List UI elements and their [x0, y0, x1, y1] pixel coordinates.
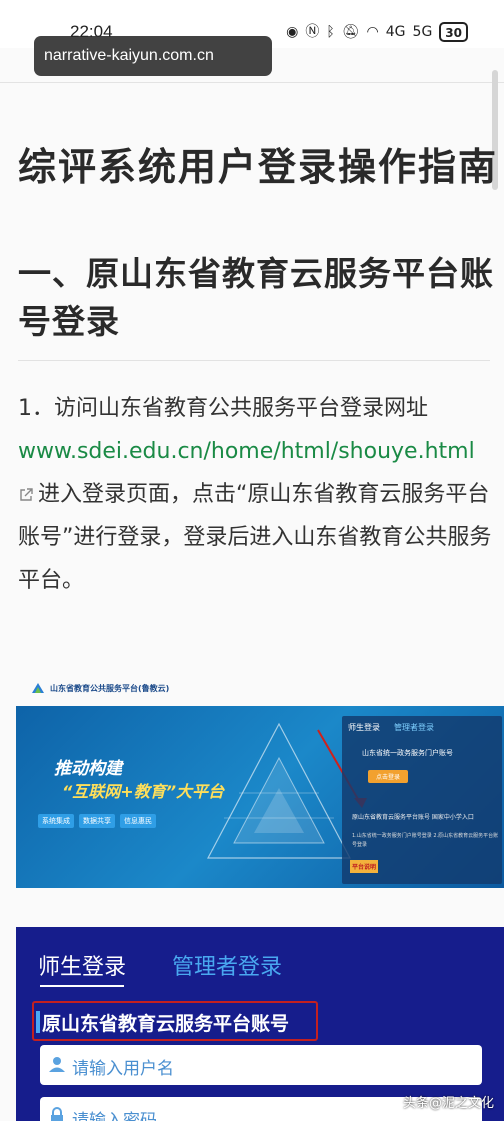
page-title: 综评系统用户登录操作指南: [18, 145, 499, 189]
banner-panel-badge: 平台说明: [350, 860, 379, 873]
lock-icon: [51, 1107, 63, 1121]
password-placeholder: 请输入密码: [72, 1111, 157, 1121]
divider: [0, 82, 504, 83]
user-icon: [49, 1057, 65, 1072]
nfc-icon: Ⓝ: [305, 24, 320, 40]
platform-link[interactable]: www.sdei.edu.cn/home/html/shouye.html: [18, 439, 475, 464]
section-divider: [18, 360, 490, 361]
banner-gov-account: 山东省统一政务服务门户账号: [362, 749, 453, 757]
banner-panel-notes: 1.山东省统一政务服务门户账号登录 2.原山东省教育云服务平台账号登录: [352, 833, 499, 848]
account-option-label: 原山东省教育云服务平台账号: [42, 1013, 290, 1035]
banner-caption: 山东省教育公共服务平台(鲁教云): [30, 681, 169, 695]
banner-pills: 系统集成 数据共享 信息惠民: [38, 814, 156, 828]
platform-logo-icon: [32, 683, 44, 693]
signal-5g-icon: 5G: [412, 24, 433, 40]
account-option-highlight[interactable]: 原山东省教育云服务平台账号: [32, 1001, 318, 1041]
external-link-icon[interactable]: [18, 487, 34, 503]
wifi-icon: ◠: [366, 24, 379, 40]
signal-4g-icon: 4G: [385, 24, 406, 40]
banner-panel-line: 原山东省教育云服务平台账号 国家中小学入口: [352, 814, 474, 821]
banner-tab-inactive: 管理者登录: [394, 723, 434, 732]
url-toast: narrative-kaiyun.com.cn: [34, 36, 272, 76]
banner-login-button: 点击登录: [368, 770, 409, 783]
step-text-suffix: 进入登录页面，点击“原山东省教育云服务平台账号”进行登录，登录后进入山东省教育公…: [18, 482, 492, 593]
eye-icon: ◉: [286, 24, 299, 40]
username-placeholder: 请输入用户名: [72, 1059, 174, 1079]
banner-pill: 系统集成: [38, 814, 74, 828]
status-icons: ◉ Ⓝ ᛒ 🔕︎ ◠ 4G 5G 30: [286, 22, 468, 42]
tab-admin-login[interactable]: 管理者登录: [172, 949, 282, 981]
banner-caption-text: 山东省教育公共服务平台(鲁教云): [50, 683, 170, 693]
username-field[interactable]: 请输入用户名: [40, 1045, 482, 1085]
tab-underline: [40, 985, 124, 987]
watermark: 头条@泥之文化: [402, 1096, 494, 1111]
banner-title-line1: 推动构建: [54, 759, 122, 779]
article: 综评系统用户登录操作指南 一、原山东省教育云服务平台账号登录 1．访问山东省教育…: [18, 140, 498, 602]
banner-pill: 数据共享: [79, 814, 115, 828]
step-paragraph: 1．访问山东省教育公共服务平台登录网址 www.sdei.edu.cn/home…: [18, 387, 498, 602]
step-text-prefix: 1．访问山东省教育公共服务平台登录网址: [18, 396, 428, 421]
banner-title-line2: “互联网+教育”大平台: [62, 782, 225, 801]
login-tabs: 师生登录 管理者登录: [38, 949, 282, 981]
battery-icon: 30: [439, 22, 468, 42]
tab-student-teacher-login[interactable]: 师生登录: [38, 949, 126, 981]
banner-tab-active: 师生登录: [348, 723, 380, 732]
account-accent-bar: [36, 1011, 40, 1033]
section-heading: 一、原山东省教育云服务平台账号登录: [18, 254, 494, 341]
banner-login-panel: 师生登录 管理者登录 山东省统一政务服务门户账号 点击登录 原山东省教育云服务平…: [342, 716, 502, 884]
banner-pill: 信息惠民: [120, 814, 156, 828]
banner-image: 推动构建 “互联网+教育”大平台 系统集成 数据共享 信息惠民 师生登录 管理者…: [16, 706, 504, 888]
bluetooth-icon: ᛒ: [326, 24, 335, 40]
mute-bell-icon: 🔕︎: [341, 24, 360, 40]
